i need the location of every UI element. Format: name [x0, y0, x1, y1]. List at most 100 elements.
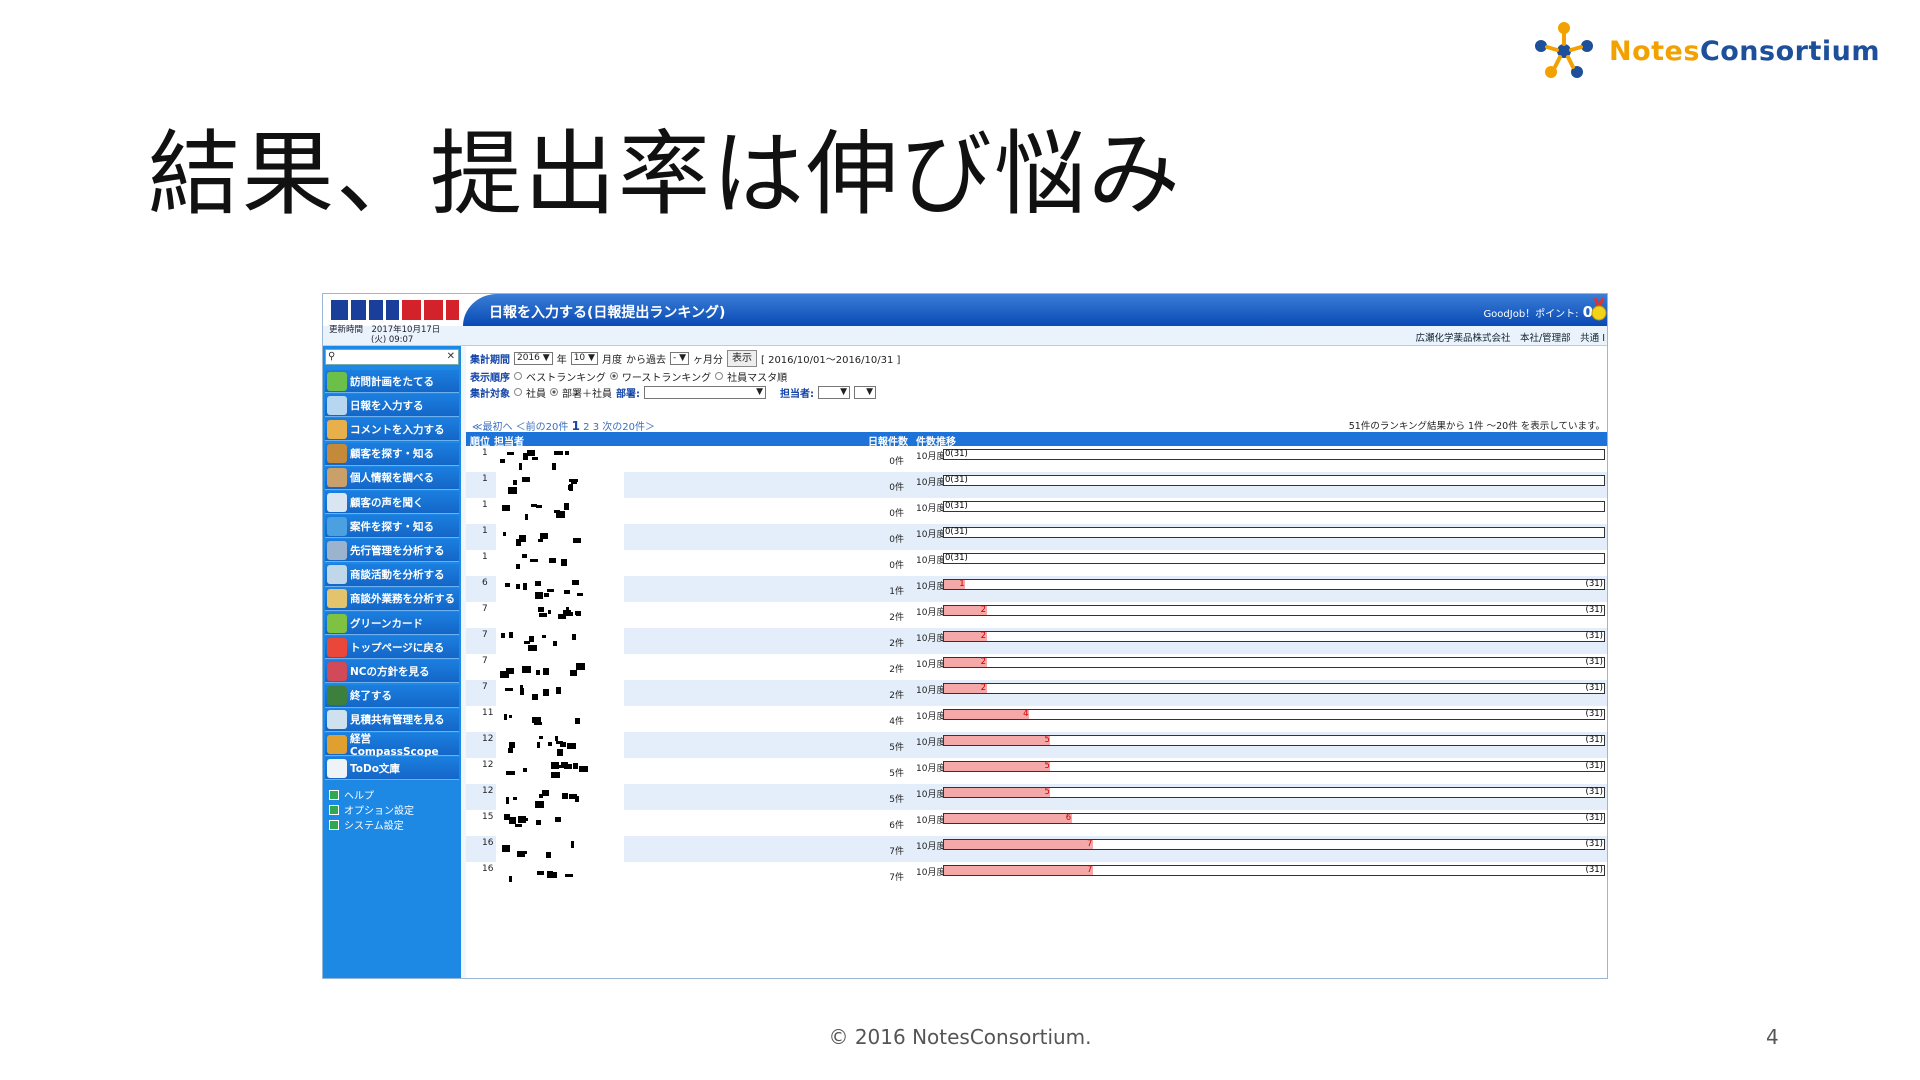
count-trend-bar: 0(31): [943, 449, 1605, 460]
rank-cell: 11: [482, 708, 494, 718]
redaction-block: [549, 558, 556, 563]
report-count-cell: 2件: [889, 665, 904, 675]
count-trend-bar: 2 (31): [943, 657, 1605, 668]
dept-select[interactable]: ▼: [644, 385, 766, 399]
clear-icon[interactable]: ✕: [447, 351, 455, 362]
month-cell: 10月度: [916, 738, 946, 748]
month-cell: 10月度: [916, 504, 946, 514]
rank-cell: 6: [482, 578, 488, 588]
sidebar-item[interactable]: 商談外業務を分析する: [325, 587, 459, 611]
span-select[interactable]: - ▼: [669, 351, 689, 365]
count-trend-total: (31): [1585, 709, 1603, 719]
count-trend-value: 4: [1023, 709, 1029, 719]
show-button[interactable]: 表示: [727, 349, 757, 367]
comment-icon: [327, 419, 347, 439]
exit-icon: [327, 686, 347, 706]
rank-cell: 12: [482, 786, 494, 796]
count-trend-total: (31): [1585, 735, 1603, 745]
sidebar-item[interactable]: トップページに戻る: [325, 636, 459, 660]
sidebar-item[interactable]: 訪問計画をたてる: [325, 370, 459, 393]
sidebar-link[interactable]: ヘルプ: [329, 787, 374, 802]
count-trend-value: 7: [1087, 865, 1093, 875]
redaction-block: [536, 670, 540, 675]
redaction-block: [537, 742, 540, 748]
rank-cell: 7: [482, 656, 488, 666]
sidebar-item[interactable]: 顧客の声を聞く: [325, 491, 459, 514]
redaction-block: [555, 817, 561, 822]
target-radio[interactable]: [550, 388, 558, 396]
medal-icon: [1591, 298, 1607, 321]
rank-cell: 15: [482, 812, 494, 822]
report-count-cell: 0件: [889, 457, 904, 467]
sidebar-item[interactable]: 見積共有管理を見る: [325, 708, 459, 732]
report-count-cell: 0件: [889, 509, 904, 519]
redaction-block: [569, 479, 578, 482]
app-banner: 日報を入力する(日報提出ランキング) GoodJob！ポイント: 0: [463, 294, 1607, 326]
sidebar-item[interactable]: NCの方針を見る: [325, 660, 459, 684]
redacted-name: [500, 632, 610, 651]
redaction-block: [538, 607, 544, 612]
order-radio[interactable]: [715, 372, 724, 380]
target-radio[interactable]: [514, 388, 522, 396]
sidebar-item[interactable]: 案件を探す・知る: [325, 515, 459, 539]
rank-cell: 12: [482, 734, 494, 744]
redaction-block: [520, 688, 524, 695]
redaction-block: [539, 613, 547, 617]
count-trend-fill: [944, 762, 1051, 771]
target-filter: 集計対象 社員 部署＋社員 部署: ▼ 担当者: ▼ ▼: [470, 384, 876, 400]
order-radio[interactable]: [514, 372, 522, 380]
rank-cell: 7: [482, 630, 488, 640]
count-trend-bar: 0(31): [943, 501, 1605, 512]
month-select[interactable]: 10 ▼: [570, 351, 598, 365]
redaction-block: [565, 451, 569, 455]
month-cell: 10月度: [916, 582, 946, 592]
year-suffix: 年: [556, 354, 567, 366]
sidebar-item[interactable]: 商談活動を分析する: [325, 563, 459, 587]
span-value: -: [672, 352, 677, 363]
redaction-block: [508, 748, 513, 753]
redaction-block: [554, 451, 563, 455]
redacted-name: [500, 528, 610, 546]
redaction-block: [548, 610, 551, 614]
search-icon: ⚲: [328, 351, 336, 362]
table-row: 7 2件 10月度 2 (31): [466, 602, 1607, 628]
sidebar-item-label: ToDo文庫: [350, 762, 400, 775]
redaction-block: [576, 663, 585, 670]
sidebar-item[interactable]: 顧客を探す・知る: [325, 442, 459, 466]
sidebar-item[interactable]: ToDo文庫: [325, 757, 459, 781]
sidebar-search-input[interactable]: ⚲ ✕: [325, 349, 459, 365]
report-icon: [327, 589, 347, 609]
person-select[interactable]: ▼: [818, 385, 850, 399]
sidebar-item[interactable]: 日報を入力する: [325, 394, 459, 418]
redaction-block: [575, 718, 580, 724]
month-cell: 10月度: [916, 790, 946, 800]
sidebar-item[interactable]: グリーンカード: [325, 612, 459, 635]
sidebar: ⚲ ✕ 訪問計画をたてる 日報を入力する コメントを入力する 顧客を探す・知る 個人情報…: [323, 346, 461, 978]
sidebar-link[interactable]: オプション設定: [329, 802, 414, 817]
redaction-block: [505, 583, 510, 587]
person-icon: [327, 468, 347, 488]
footer-copyright: © 2016 NotesConsortium.: [828, 1025, 1092, 1049]
sidebar-item[interactable]: 個人情報を調べる: [325, 466, 459, 490]
person-select-2[interactable]: ▼: [854, 385, 876, 399]
redaction-block: [537, 871, 544, 875]
sidebar-item[interactable]: 経営CompassScope: [325, 733, 459, 758]
redaction-block: [542, 790, 549, 796]
year-select[interactable]: 2016 ▼: [514, 351, 553, 365]
sidebar-link[interactable]: システム設定: [329, 817, 404, 832]
book-icon: [327, 444, 347, 464]
report-count-cell: 2件: [889, 691, 904, 701]
table-row: 7 2件 10月度 2 (31): [466, 628, 1607, 654]
pager-page-link[interactable]: 1: [572, 419, 580, 433]
sidebar-item-label: NCの方針を見る: [350, 665, 430, 678]
table-row: 6 1件 10月度 1 (31): [466, 576, 1607, 602]
sidebar-item[interactable]: 終了する: [325, 684, 459, 708]
redaction-block: [509, 817, 516, 824]
count-trend-fill: [944, 840, 1094, 849]
sidebar-item[interactable]: コメントを入力する: [325, 418, 459, 442]
sidebar-item-label: 商談外業務を分析する: [350, 593, 455, 606]
notepad-icon: [327, 395, 347, 415]
sidebar-item[interactable]: 先行管理を分析する: [325, 539, 459, 563]
count-trend-value: 2: [980, 683, 986, 693]
order-radio[interactable]: [609, 372, 618, 380]
